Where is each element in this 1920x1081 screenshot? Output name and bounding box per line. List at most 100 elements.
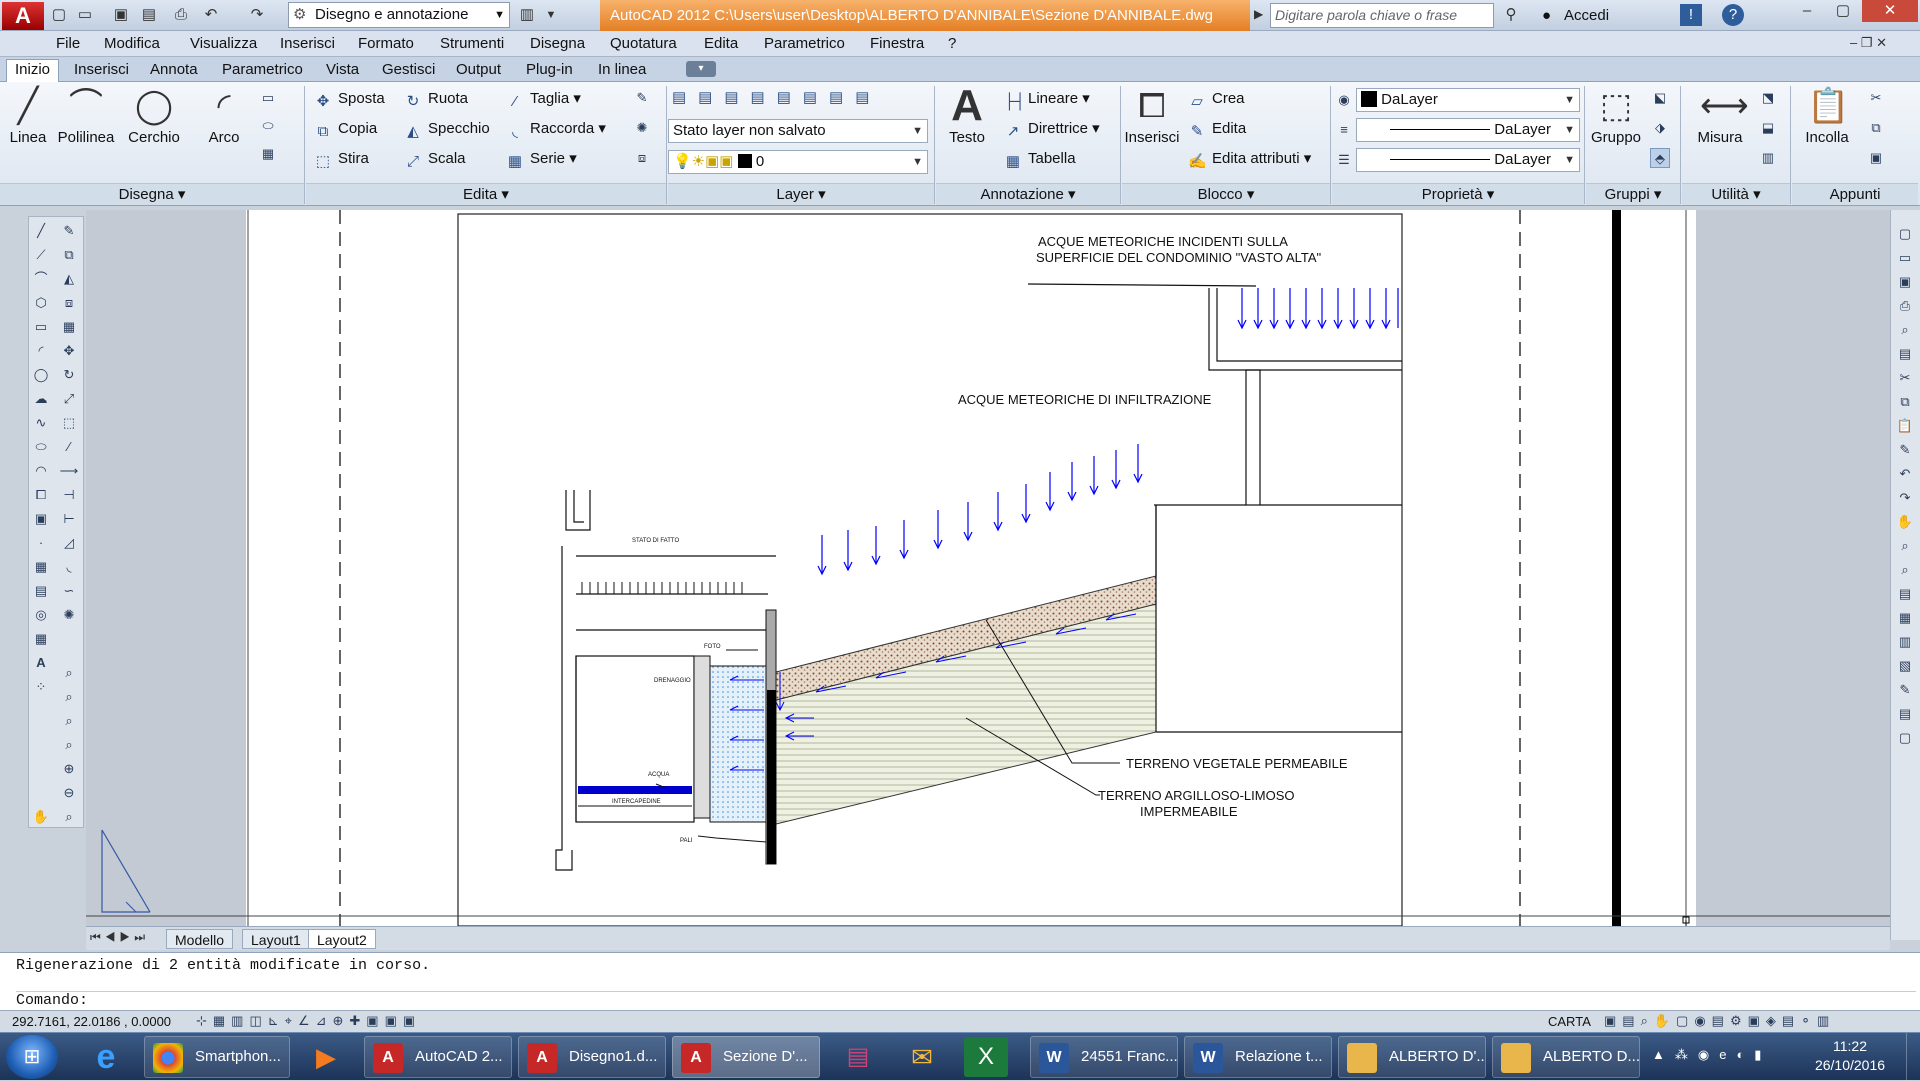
hatch-icon[interactable]: ▦	[258, 144, 278, 164]
menu-file[interactable]: File	[56, 34, 80, 54]
outlook-icon[interactable]: ✉	[900, 1037, 944, 1077]
extend-tool-icon[interactable]: ⟶	[59, 461, 79, 481]
stretch-button[interactable]: ⬚ Stira	[314, 148, 369, 172]
exchange-icon[interactable]: !	[1680, 4, 1702, 26]
search-input[interactable]: Digitare parola chiave o frase	[1270, 3, 1494, 28]
rotate-tool-icon[interactable]: ↻	[59, 365, 79, 385]
array-button[interactable]: ▦ Serie ▾	[506, 148, 577, 172]
trim-tool-icon[interactable]: ⁄	[59, 437, 79, 457]
zoom-scale-icon[interactable]: ⌕	[59, 711, 79, 731]
ribbon-minimize-button[interactable]: ▾	[686, 61, 716, 77]
rectangle-tool-icon[interactable]: ▭	[31, 317, 51, 337]
line-tool-icon[interactable]: ╱	[31, 221, 51, 241]
layer-icon[interactable]: ▥	[516, 4, 538, 26]
redo-tool-icon[interactable]: ↷	[1895, 488, 1915, 508]
zoom-window-icon[interactable]: ⌕	[59, 663, 79, 683]
tab-in-linea[interactable]: In linea	[590, 60, 654, 80]
space-mode-toggle[interactable]: CARTA	[1548, 1014, 1591, 1029]
new-file-icon[interactable]: ▢	[1895, 224, 1915, 244]
tab-layout2[interactable]: Layout2	[308, 929, 376, 949]
scale-button[interactable]: ⤢ Scala	[404, 148, 466, 172]
add-selected-icon[interactable]: ⁘	[31, 677, 51, 697]
line-button[interactable]: ╱ Linea	[4, 86, 52, 146]
copy-tool-icon[interactable]: ⧉	[59, 245, 79, 265]
polyline-button[interactable]: ⌒ Polilinea	[54, 86, 118, 146]
status-tray-icons[interactable]: ▣▤⌕✋▢◉▤⚙▣◈▤⚬▥	[1604, 1013, 1835, 1029]
move-button[interactable]: ✥ Sposta	[314, 88, 385, 112]
open-icon[interactable]: ▭	[74, 4, 96, 26]
lineweight-icon[interactable]: ≡	[1334, 120, 1354, 140]
tab-annota[interactable]: Annota	[142, 60, 206, 80]
taskbar-item-folder-2[interactable]: ALBERTO D...	[1492, 1036, 1640, 1078]
spline-tool-icon[interactable]: ∿	[31, 413, 51, 433]
menu-help[interactable]: ?	[948, 34, 956, 54]
ungroup-icon[interactable]: ⬕	[1650, 88, 1670, 108]
minimize-button[interactable]: –	[1790, 0, 1824, 22]
winrar-icon[interactable]: ▤	[836, 1037, 880, 1077]
linear-dim-button[interactable]: ├┤ Lineare ▾	[1004, 88, 1090, 112]
open-file-icon[interactable]: ▭	[1895, 248, 1915, 268]
leader-button[interactable]: ↗ Direttrice ▾	[1004, 118, 1100, 142]
layer-tools-icons[interactable]: ▤▤▤▤▤▤▤▤	[672, 88, 932, 110]
gradient-tool-icon[interactable]: ▤	[31, 581, 51, 601]
quick-select-icon[interactable]: ⬔	[1758, 88, 1778, 108]
drafting-toggles[interactable]: ⊹▦▥◫⊾⌖∠⊿⊕✚▣▣▣	[196, 1013, 421, 1029]
move-tool-icon[interactable]: ✥	[59, 341, 79, 361]
arc-tool-icon[interactable]: ◜	[31, 341, 51, 361]
group-select-icon[interactable]: ⬘	[1650, 148, 1670, 168]
panel-utilita-title[interactable]: Utilità ▾	[1682, 183, 1790, 205]
help-icon[interactable]: ?	[1722, 4, 1744, 26]
plot-icon[interactable]: ⎙	[170, 4, 192, 26]
menu-disegna[interactable]: Disegna	[530, 34, 585, 54]
taskbar-item-relazione[interactable]: W Relazione t...	[1184, 1036, 1332, 1078]
menu-strumenti[interactable]: Strumenti	[440, 34, 504, 54]
copy-clip-icon[interactable]: ⧉	[1866, 118, 1886, 138]
paste-button[interactable]: 📋 Incolla	[1796, 86, 1858, 146]
scale-tool-icon[interactable]: ⤢	[59, 389, 79, 409]
menu-finestra[interactable]: Finestra	[870, 34, 924, 54]
stretch-tool-icon[interactable]: ⬚	[59, 413, 79, 433]
quick-access-dropdown-icon[interactable]: ▼	[540, 4, 562, 26]
design-center-icon[interactable]: ▦	[1895, 608, 1915, 628]
group-button[interactable]: ⬚ Gruppo	[1588, 86, 1644, 146]
circle-tool-icon[interactable]: ◯	[31, 365, 51, 385]
rotate-button[interactable]: ↻ Ruota	[404, 88, 468, 112]
edit-attributes-button[interactable]: ✍ Edita attributi ▾	[1188, 148, 1311, 172]
save-icon[interactable]: ▣	[110, 4, 132, 26]
panel-proprieta-title[interactable]: Proprietà ▾	[1332, 183, 1584, 205]
color-dropdown[interactable]: DaLayer ▼	[1356, 88, 1580, 112]
close-button[interactable]: ✕	[1862, 0, 1918, 22]
tab-vista[interactable]: Vista	[318, 60, 367, 80]
ellipse-arc-tool-icon[interactable]: ◠	[31, 461, 51, 481]
zoom-center-icon[interactable]: ⌕	[59, 735, 79, 755]
offset-icon[interactable]: ⧈	[632, 148, 652, 168]
erase-icon[interactable]: ✎	[632, 88, 652, 108]
preview-icon[interactable]: ⌕	[1895, 320, 1915, 340]
tab-navigation-icons[interactable]: ⏮◀▶⏭	[90, 930, 149, 945]
match-prop-tool-icon[interactable]: ✎	[1895, 440, 1915, 460]
tab-inserisci[interactable]: Inserisci	[66, 60, 137, 80]
circle-button[interactable]: ◯ Cerchio	[124, 86, 184, 146]
help-tool-icon[interactable]: ▢	[1895, 728, 1915, 748]
doc-window-controls[interactable]: – ❐ ✕	[1850, 35, 1887, 51]
zoom-previous-icon[interactable]: ⌕	[1895, 560, 1915, 580]
properties-icon[interactable]: ▤	[1895, 584, 1915, 604]
show-desktop-button[interactable]	[1906, 1033, 1920, 1081]
mirror-button[interactable]: ◭ Specchio	[404, 118, 490, 142]
panel-layer-title[interactable]: Layer ▾	[668, 183, 934, 205]
sheet-set-icon[interactable]: ▧	[1895, 656, 1915, 676]
zoom-out-icon[interactable]: ⊖	[59, 783, 79, 803]
array-tool-icon[interactable]: ▦	[59, 317, 79, 337]
section-drawing[interactable]: ACQUE METEORICHE INCIDENTI SULLA SUPERFI…	[86, 210, 1890, 926]
linetype-dropdown[interactable]: DaLayer ▼	[1356, 148, 1580, 172]
table-tool-icon[interactable]: ▦	[31, 629, 51, 649]
menu-modifica[interactable]: Modifica	[104, 34, 160, 54]
color-wheel-icon[interactable]: ◉	[1334, 90, 1354, 110]
taskbar-item-disegno1[interactable]: A Disegno1.d...	[518, 1036, 666, 1078]
menu-visualizza[interactable]: Visualizza	[190, 34, 257, 54]
taskbar-item-word-24551[interactable]: W 24551 Franc...	[1030, 1036, 1178, 1078]
system-tray-icons[interactable]: ▲⁂◉e◐▮	[1652, 1047, 1771, 1063]
menu-edita[interactable]: Edita	[704, 34, 738, 54]
copy-clip-tool-icon[interactable]: ⧉	[1895, 392, 1915, 412]
expand-icon[interactable]: ▶	[1254, 7, 1263, 21]
